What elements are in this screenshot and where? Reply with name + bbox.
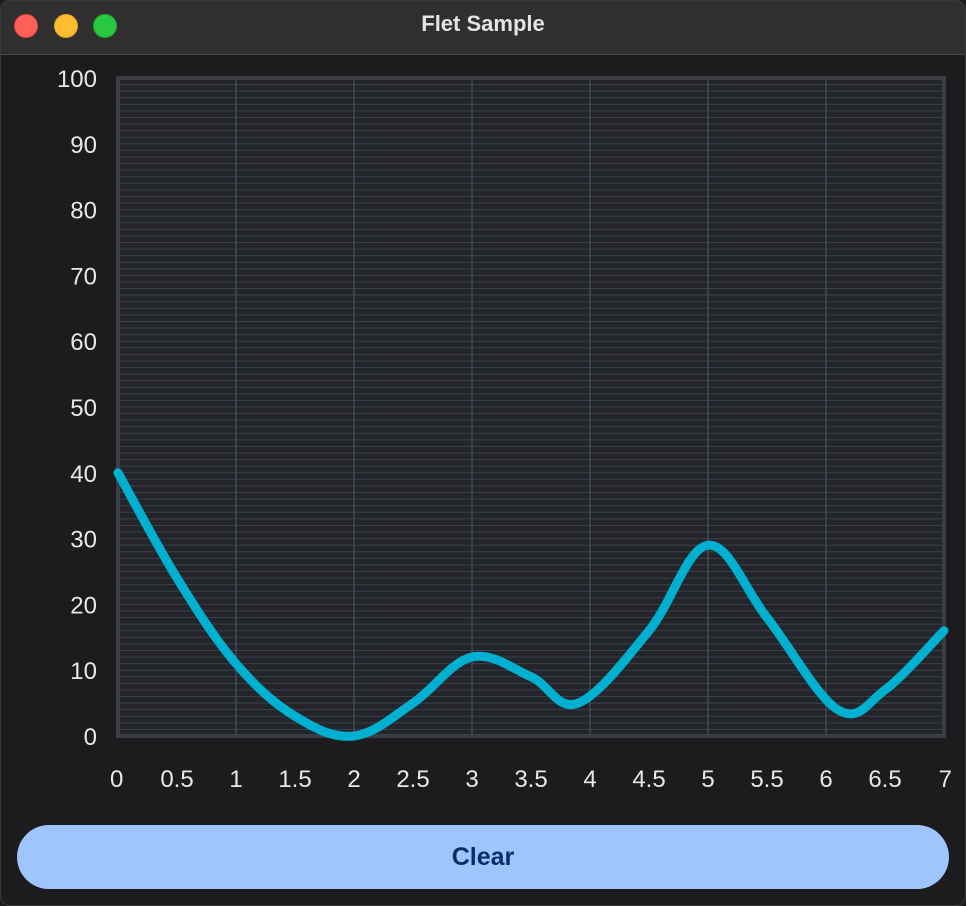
y-tick-label: 100	[57, 66, 97, 93]
x-tick-label: 4.5	[632, 766, 665, 793]
title-bar: Flet Sample	[1, 1, 965, 55]
x-tick-label: 7	[939, 766, 952, 793]
y-tick-label: 30	[70, 527, 97, 554]
y-tick-label: 40	[70, 461, 97, 488]
y-tick-label: 90	[70, 132, 97, 159]
y-tick-label: 0	[84, 724, 97, 751]
y-tick-label: 70	[70, 263, 97, 290]
x-tick-label: 5.5	[750, 766, 783, 793]
x-tick-label: 3	[465, 766, 478, 793]
y-tick-label: 50	[70, 395, 97, 422]
x-tick-label: 1	[229, 766, 242, 793]
minor-grid	[118, 77, 944, 737]
x-tick-label: 4	[583, 766, 596, 793]
window-title: Flet Sample	[421, 11, 545, 36]
x-tick-label: 6.5	[868, 766, 901, 793]
x-tick-label: 0.5	[160, 766, 193, 793]
x-tick-label: 0	[110, 766, 123, 793]
x-tick-label: 6	[819, 766, 832, 793]
x-tick-label: 2	[347, 766, 360, 793]
x-tick-label: 3.5	[514, 766, 547, 793]
y-axis-ticks: 0 10 20 30 40 50 60 70 80 90 100	[57, 66, 97, 751]
x-tick-label: 2.5	[396, 766, 429, 793]
line-chart: 0 10 20 30 40 50 60 70 80 90 100 0 0.5 1 1.5 2 2.5 3 3.5 4…	[57, 66, 952, 793]
y-tick-label: 80	[70, 198, 97, 225]
y-tick-label: 10	[70, 658, 97, 685]
app-window: Flet Sample 0 10 20 30 40 50 60 70 80 90 100 0 0.5 1…	[0, 0, 966, 906]
x-axis-ticks: 0 0.5 1 1.5 2 2.5 3 3.5 4 4.5 5 5.5 6 6.5 7	[110, 766, 952, 793]
clear-button[interactable]: Clear	[17, 825, 949, 889]
x-tick-label: 1.5	[278, 766, 311, 793]
x-tick-label: 5	[701, 766, 714, 793]
y-tick-label: 20	[70, 592, 97, 619]
y-tick-label: 60	[70, 329, 97, 356]
